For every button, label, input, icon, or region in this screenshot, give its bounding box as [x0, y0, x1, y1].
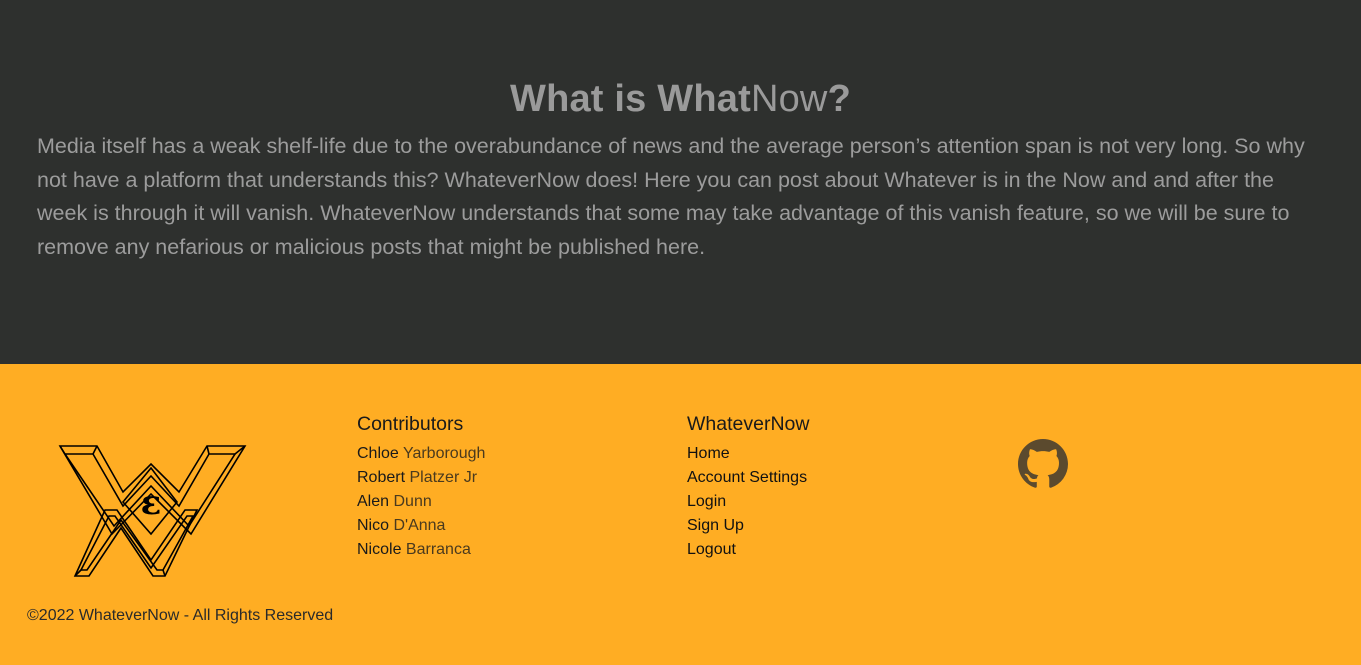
contributor-item: Chloe Yarborough — [357, 442, 485, 466]
footer-link-account-settings[interactable]: Account Settings — [687, 469, 807, 486]
nav-heading: WhateverNow — [687, 413, 810, 435]
about-section: What is WhatNow? Media itself has a weak… — [0, 0, 1361, 364]
nav-column: WhateverNow Home Account Settings Login … — [687, 410, 809, 562]
contributor-last-name: Dunn — [393, 493, 432, 510]
about-title-thin: Now — [750, 78, 828, 120]
about-title: What is WhatNow? — [0, 76, 1361, 122]
contributor-first-name: Robert — [357, 469, 406, 486]
contributor-first-name: Nicole — [357, 541, 402, 558]
contributor-item: Robert Platzer Jr — [357, 466, 485, 490]
contributor-last-name: D'Anna — [393, 517, 446, 534]
site-footer: ɛ Contributors Chloe Yarborough Robert P… — [0, 364, 1361, 665]
contributor-item: Nicole Barranca — [357, 538, 485, 562]
whatevernow-logo-icon: ɛ — [58, 445, 247, 577]
contributor-item: Alen Dunn — [357, 490, 485, 514]
about-title-end: ? — [827, 78, 851, 120]
github-icon[interactable] — [1018, 439, 1068, 489]
footer-link-sign-up[interactable]: Sign Up — [687, 517, 744, 534]
copyright-text: ©2022 WhateverNow - All Rights Reserved — [27, 607, 334, 624]
footer-link-login[interactable]: Login — [687, 493, 726, 510]
svg-text:ɛ: ɛ — [141, 483, 162, 523]
contributor-first-name: Alen — [357, 493, 390, 510]
about-description: Media itself has a weak shelf-life due t… — [37, 134, 1305, 259]
contributor-last-name: Platzer Jr — [409, 469, 478, 486]
footer-link-home[interactable]: Home — [687, 445, 730, 462]
contributor-first-name: Chloe — [357, 445, 399, 462]
footer-link-logout[interactable]: Logout — [687, 541, 736, 558]
contributor-last-name: Barranca — [405, 541, 471, 558]
contributors-heading: Contributors — [357, 413, 464, 435]
contributor-first-name: Nico — [357, 517, 390, 534]
contributors-column: Contributors Chloe Yarborough Robert Pla… — [357, 410, 485, 562]
contributor-last-name: Yarborough — [402, 445, 486, 462]
contributor-item: Nico D'Anna — [357, 514, 485, 538]
about-title-bold: What is What — [510, 78, 751, 120]
